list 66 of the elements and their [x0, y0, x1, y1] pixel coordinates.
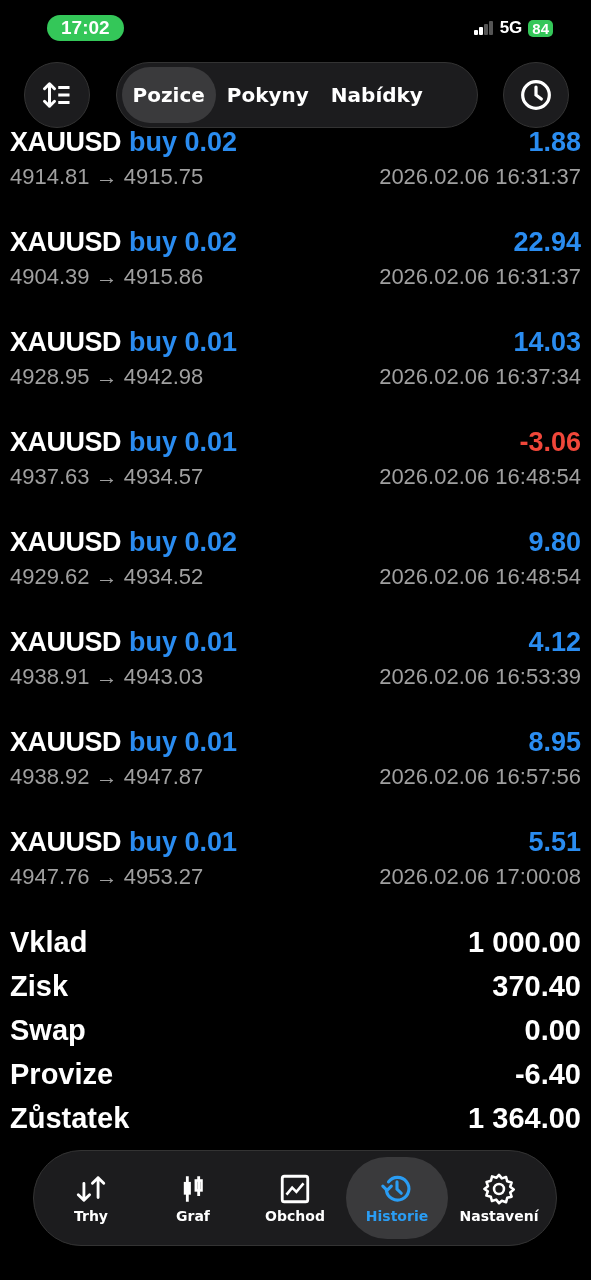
profit-text: 4.12: [528, 627, 581, 657]
trade-text: buy 0.02: [129, 127, 238, 157]
profit-text: 1.88: [528, 127, 581, 157]
trade-text: buy 0.02: [129, 227, 238, 257]
status-time: 17:02: [47, 15, 124, 41]
symbol-text: XAUUSD: [10, 327, 121, 357]
price-text: 4947.76 → 4953.27: [10, 864, 204, 890]
trade-text: buy 0.01: [129, 727, 238, 757]
symbol-text: XAUUSD: [10, 227, 121, 257]
profit-text: 5.51: [528, 827, 581, 857]
profit-text: -3.06: [519, 427, 581, 457]
profit-text: 8.95: [528, 727, 581, 757]
nav-item[interactable]: Trhy: [40, 1157, 142, 1239]
summary-label: Vklad: [10, 925, 88, 959]
profit-text: 22.94: [513, 227, 581, 257]
price-text: 4928.95 → 4942.98: [10, 364, 204, 390]
tab[interactable]: Nabídky: [319, 67, 434, 123]
price-text: 4937.63 → 4934.57: [10, 464, 204, 490]
price-text: 4938.91 → 4943.03: [10, 664, 204, 690]
summary-value: 370.40: [492, 969, 581, 1003]
symbol-text: XAUUSD: [10, 627, 121, 657]
time-text: 2026.02.06 16:48:54: [379, 564, 581, 590]
trade-text: buy 0.01: [129, 827, 238, 857]
nav-item[interactable]: Nastavení: [448, 1157, 550, 1239]
symbol-text: XAUUSD: [10, 427, 121, 457]
sort-icon: [42, 80, 72, 110]
summary-value: 0.00: [524, 1013, 581, 1047]
time-text: 2026.02.06 17:00:08: [379, 864, 581, 890]
time-text: 2026.02.06 16:48:54: [379, 464, 581, 490]
symbol-text: XAUUSD: [10, 527, 121, 557]
price-text: 4904.39 → 4915.86: [10, 264, 204, 290]
network-text: 5G: [499, 18, 523, 38]
nav-item[interactable]: Obchod: [244, 1157, 346, 1239]
trade-text: buy 0.01: [129, 327, 238, 357]
symbol-text: XAUUSD: [10, 727, 121, 757]
summary-label: Provize: [10, 1057, 114, 1091]
price-text: 4914.81 → 4915.75: [10, 164, 204, 190]
summary-label: Zisk: [10, 969, 69, 1003]
tab[interactable]: Pozice: [121, 67, 216, 123]
line-chart-icon: [278, 1172, 312, 1206]
profit-text: 14.03: [513, 327, 581, 357]
profit-text: 9.80: [528, 527, 581, 557]
clock-icon: [520, 79, 552, 111]
battery-indicator: 84: [528, 19, 553, 37]
summary-value: 1 000.00: [468, 925, 581, 959]
summary-value: 1 364.00: [468, 1101, 581, 1135]
summary-label: Swap: [10, 1013, 86, 1047]
time-text: 2026.02.06 16:37:34: [379, 364, 581, 390]
signal-icon: [473, 21, 494, 35]
trade-text: buy 0.02: [129, 527, 238, 557]
price-text: 4929.62 → 4934.52: [10, 564, 204, 590]
time-text: 2026.02.06 16:53:39: [379, 664, 581, 690]
time-text: 2026.02.06 16:31:37: [379, 164, 581, 190]
time-text: 2026.02.06 16:57:56: [379, 764, 581, 790]
trade-text: buy 0.01: [129, 427, 238, 457]
settings-icon: [482, 1172, 516, 1206]
time-text: 2026.02.06 16:31:37: [379, 264, 581, 290]
nav-item[interactable]: Historie: [346, 1157, 448, 1239]
symbol-text: XAUUSD: [10, 827, 121, 857]
symbol-text: XAUUSD: [10, 127, 121, 157]
tab[interactable]: Pokyny: [215, 67, 320, 123]
summary-value: -6.40: [514, 1057, 581, 1091]
price-text: 4938.92 → 4947.87: [10, 764, 204, 790]
summary-label: Zůstatek: [10, 1101, 130, 1135]
nav-item[interactable]: Graf: [142, 1157, 244, 1239]
trade-text: buy 0.01: [129, 627, 238, 657]
